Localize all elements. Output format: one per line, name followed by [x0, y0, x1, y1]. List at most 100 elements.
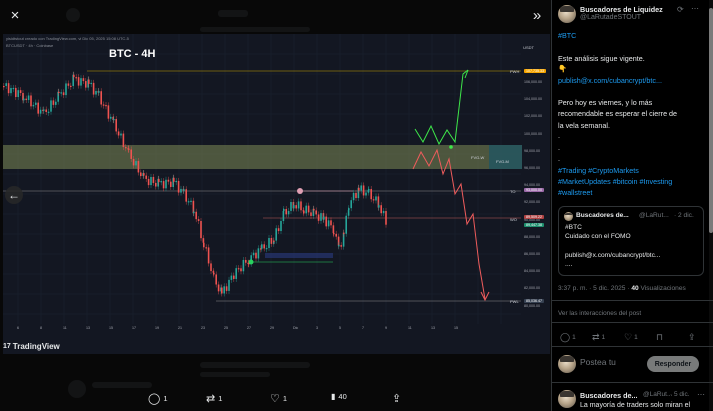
- candle-body: [37, 102, 39, 114]
- candle-body: [207, 247, 210, 264]
- candle-body: [185, 189, 187, 202]
- view-interactions-link[interactable]: Ver las interacciones del post: [558, 310, 641, 317]
- reply-submit-button[interactable]: Responder: [647, 356, 699, 372]
- candle-body: [317, 214, 320, 221]
- candle-body: [223, 286, 225, 294]
- candle-body: [100, 91, 102, 105]
- hashtag-link[interactable]: #Trading #CryptoMarkets: [558, 166, 639, 175]
- hashtag-link[interactable]: #MarketUpdates #bitcoin #Investing: [558, 177, 672, 186]
- author-name[interactable]: Buscadores de Liquidez: [580, 5, 663, 14]
- next-author-name[interactable]: Buscadores de...: [580, 391, 638, 400]
- price-tick: 102,000.00: [524, 114, 542, 119]
- candle-body: [25, 98, 27, 101]
- candle-body: [105, 105, 107, 107]
- candle-body: [98, 91, 100, 93]
- viewer-share-button[interactable]: ⇪: [392, 392, 401, 405]
- candle-body: [75, 77, 77, 79]
- grok-icon[interactable]: ⟳: [677, 5, 684, 14]
- candle-body: [187, 201, 190, 203]
- quoted-text: ....: [565, 261, 573, 268]
- post-text: recomendable es esperar el cierre de: [558, 109, 678, 118]
- liquidity-marker: [297, 188, 303, 194]
- bookmark-icon: ⊓: [656, 332, 664, 342]
- price-tick: 98,000.00: [524, 148, 540, 153]
- date-tick: 5: [339, 326, 341, 330]
- avatar: [558, 355, 576, 373]
- candle-body: [225, 286, 228, 291]
- candle-body: [335, 233, 337, 237]
- candle-body: [315, 210, 317, 215]
- post-text: .: [558, 143, 560, 152]
- viewer-reply-button[interactable]: ◯ 1: [148, 392, 167, 405]
- hashtag-link[interactable]: #BTC: [558, 31, 576, 40]
- price-tick: 84,000.00: [524, 269, 540, 274]
- candle-body: [85, 81, 87, 88]
- candle-body: [62, 92, 65, 96]
- candle-body: [242, 259, 245, 272]
- candle-body: [3, 86, 5, 88]
- candle-body: [173, 177, 175, 182]
- candle-body: [190, 200, 192, 202]
- price-tick: 100,000.00: [524, 131, 542, 136]
- repost-button[interactable]: ⇄ 1: [592, 332, 605, 343]
- date-tick: 13: [431, 326, 435, 330]
- candle-body: [30, 95, 32, 107]
- more-icon[interactable]: ⋯: [697, 390, 705, 399]
- repost-icon: ⇄: [206, 393, 216, 405]
- viewer-action-bar: ◯ 1 ⇄ 1 ♡ 1 ▮ 40 ⇪: [0, 388, 551, 411]
- avatar[interactable]: [558, 5, 576, 23]
- bookmark-button[interactable]: ⊓: [656, 332, 663, 343]
- candle-body: [305, 205, 307, 214]
- candle-body: [177, 180, 180, 193]
- next-post-text: La mayoría de traders solo miran el: [580, 402, 691, 409]
- viewer-like-button[interactable]: ♡ 1: [270, 392, 287, 405]
- post-link[interactable]: publish@x.com/cubancrypt/btc...: [558, 76, 662, 85]
- close-icon[interactable]: ×: [4, 4, 26, 26]
- price-badge: 93,000.00: [524, 188, 544, 192]
- candle-body: [155, 182, 157, 187]
- candle-body: [165, 179, 167, 189]
- previous-arrow-icon[interactable]: ←: [5, 186, 23, 204]
- reply-input[interactable]: Postea tu: [580, 357, 616, 367]
- candle-body: [115, 119, 117, 132]
- candle-body: [10, 87, 12, 94]
- more-icon[interactable]: ⋯: [691, 4, 699, 13]
- author-handle[interactable]: @LaRutadeSTOUT: [580, 14, 641, 21]
- avatar[interactable]: [558, 390, 576, 408]
- fvg-zone: [489, 145, 522, 169]
- scrollbar[interactable]: [709, 0, 713, 411]
- candle-body: [143, 173, 145, 176]
- candle-body: [50, 100, 52, 112]
- like-button[interactable]: ♡ 1: [624, 332, 638, 343]
- viewer-views-button[interactable]: ▮ 40: [331, 392, 347, 401]
- candle-body: [195, 211, 197, 220]
- share-button[interactable]: ⇪: [688, 332, 696, 343]
- hashtag-link[interactable]: #wallstreet: [558, 188, 592, 197]
- candle-body: [368, 189, 370, 191]
- next-author-handle[interactable]: @LaRut...: [643, 391, 672, 398]
- candle-body: [252, 252, 255, 256]
- date-tick: 15: [109, 326, 113, 330]
- candle-body: [323, 216, 325, 220]
- reply-button[interactable]: ◯ 1: [560, 332, 576, 343]
- candle-body: [283, 209, 285, 211]
- candle-body: [382, 211, 385, 214]
- price-tick: 104,000.00: [524, 97, 542, 102]
- candle-body: [47, 111, 50, 113]
- expand-panel-icon[interactable]: »: [526, 4, 548, 26]
- viewer-repost-button[interactable]: ⇄ 1: [206, 392, 222, 405]
- candle-body: [380, 205, 382, 214]
- quoted-post[interactable]: Buscadores de... @LaRut... · 2 dic. #BTC…: [558, 206, 704, 276]
- post-meta: 3:37 p. m. · 5 dic. 2025 · 40 Visualizac…: [558, 285, 686, 292]
- chart-symbol: BTCUSDT · 4h · Coinbase: [6, 43, 54, 48]
- level-label: TO: [510, 189, 516, 194]
- date-tick: 6: [17, 326, 19, 330]
- date-tick: 21: [178, 326, 182, 330]
- post-text: .: [558, 131, 560, 140]
- candle-body: [221, 287, 223, 294]
- quoted-text: Cuidado con el FOMO: [565, 233, 631, 240]
- candle-body: [193, 211, 195, 214]
- fvg-label: FVG-M: [496, 159, 509, 164]
- candle-body: [210, 263, 212, 272]
- quoted-author-handle: @LaRut...: [639, 212, 669, 219]
